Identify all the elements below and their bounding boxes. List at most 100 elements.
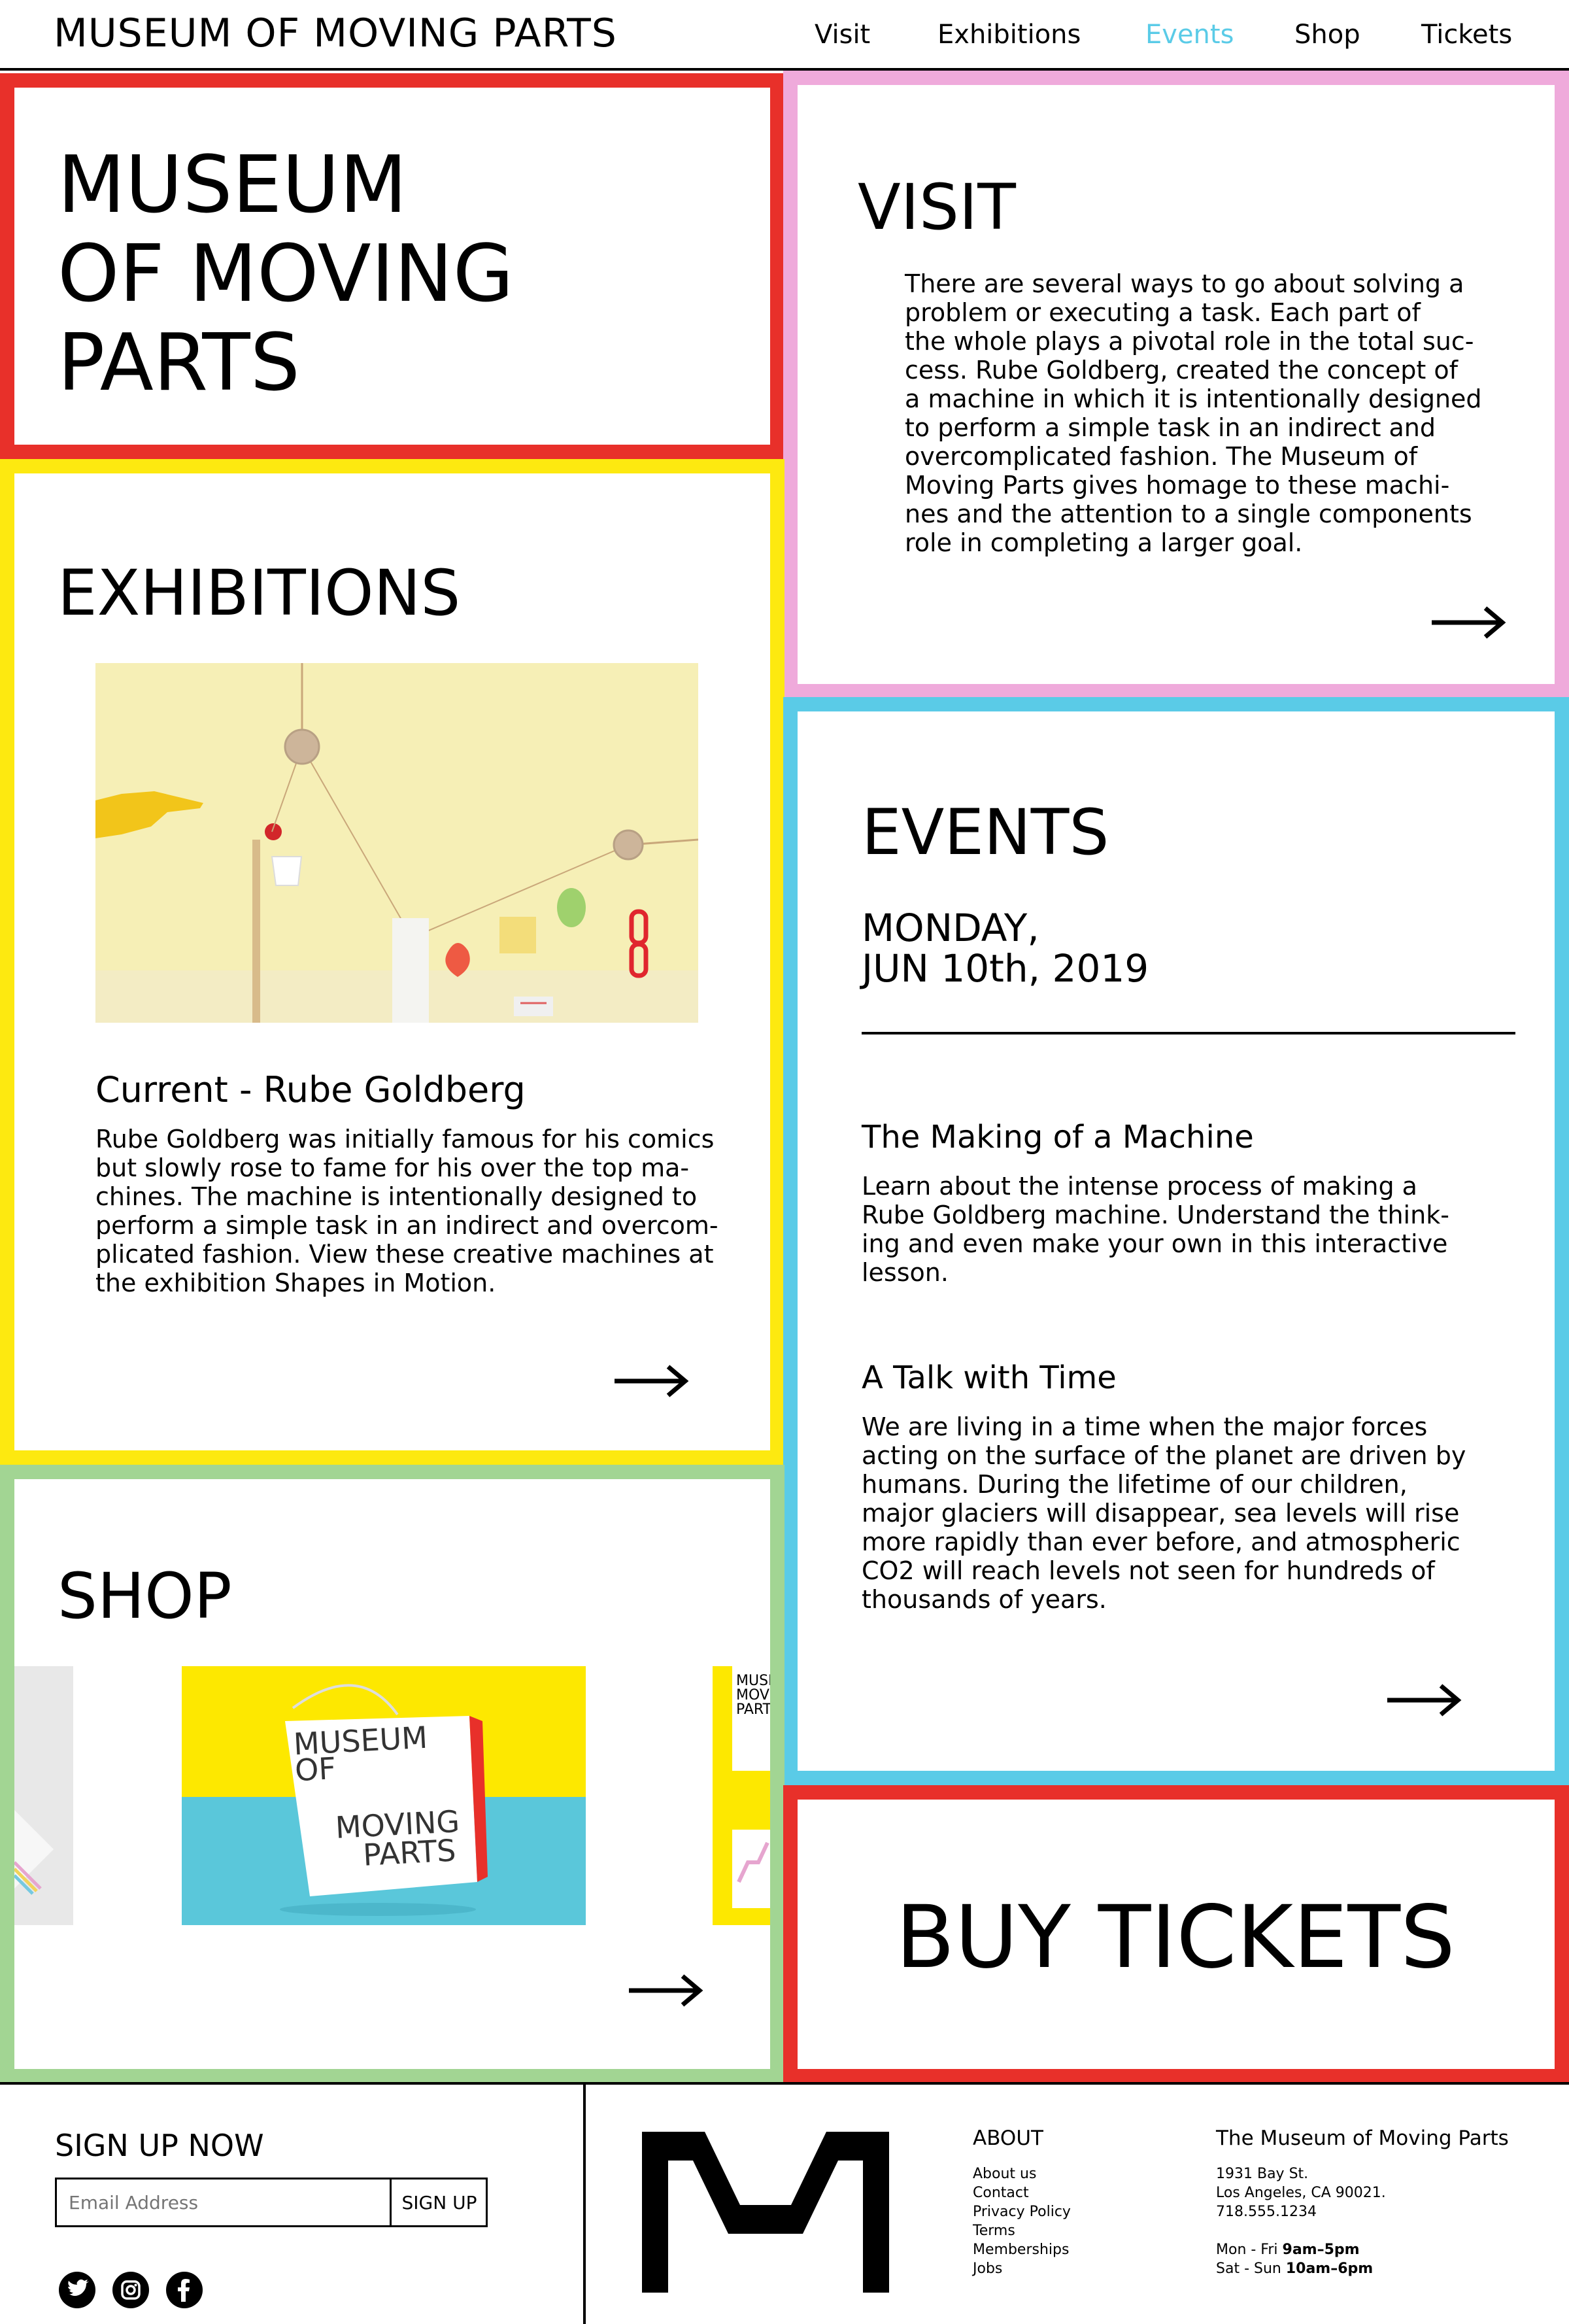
event-2-description: We are living in a time when the major f… (862, 1412, 1515, 1614)
events-arrow-right-icon[interactable] (1386, 1682, 1462, 1718)
hours-weekend-time: 10am–6pm (1285, 2261, 1374, 2277)
visit-line: Moving Parts gives homage to these machi… (905, 471, 1450, 500)
exhibitions-arrow-right-icon[interactable] (613, 1363, 689, 1399)
signup-title: SIGN UP NOW (55, 2128, 264, 2163)
hours-weekend-label: Sat - Sun (1216, 2261, 1286, 2277)
hours-weekday-time: 9am–5pm (1282, 2242, 1360, 2258)
footer-link-contact[interactable]: Contact (973, 2183, 1071, 2202)
exhibition-line: but slowly rose to fame for his over the… (95, 1153, 690, 1182)
exhibition-line: plicated fashion. View these creative ma… (95, 1240, 714, 1269)
event-2-line: acting on the surface of the planet are … (862, 1441, 1466, 1470)
event-1-description: Learn about the intense process of makin… (862, 1172, 1515, 1287)
event-1-line: lesson. (862, 1258, 949, 1287)
shop-title: SHOP (58, 1560, 232, 1633)
nav-link-tickets[interactable]: Tickets (1421, 20, 1512, 50)
event-2-line: CO2 will reach levels not seen for hundr… (862, 1556, 1435, 1585)
nav-link-exhibitions[interactable]: Exhibitions (937, 20, 1081, 50)
exhibition-image[interactable] (95, 663, 698, 1023)
event-2-line: thousands of years. (862, 1585, 1107, 1614)
signup-form: SIGN UP (55, 2178, 488, 2227)
exhibition-line: Rube Goldberg was initially famous for h… (95, 1125, 715, 1153)
visit-panel: VISIT There are several ways to go about… (783, 71, 1569, 698)
org-address-line1: 1931 Bay St. (1216, 2166, 1309, 2182)
events-divider (862, 1032, 1515, 1034)
visit-line: to perform a simple task in an indirect … (905, 413, 1436, 442)
event-1-line: Rube Goldberg machine. Understand the th… (862, 1201, 1449, 1229)
org-hours-weekend: Sat - Sun 10am–6pm (1216, 2259, 1386, 2278)
instagram-icon[interactable] (112, 2272, 149, 2308)
events-date-line1: MONDAY, (862, 906, 1039, 950)
org-spacer (1216, 2221, 1386, 2240)
instagram-icon-glyph (121, 2280, 141, 2300)
footer-link-memberships[interactable]: Memberships (973, 2240, 1071, 2259)
shop-item-next[interactable]: MUSI MOVI PART (713, 1666, 770, 1925)
top-nav: MUSEUM OF MOVING PARTS Visit Exhibitions… (0, 0, 1569, 71)
twitter-icon-glyph (68, 2279, 89, 2296)
shop-item-next-text: MOVI (736, 1687, 770, 1703)
event-2-line: major glaciers will disappear, sea level… (862, 1499, 1460, 1528)
events-date-line2: JUN 10th, 2019 (862, 946, 1149, 991)
shop-item-next-print: MUSI MOVI PART (736, 1674, 770, 1717)
footer-divider (583, 2085, 586, 2324)
tote-bag-illustration (182, 1666, 586, 1925)
visit-line: nes and the attention to a single compon… (905, 500, 1472, 528)
signup-button[interactable]: SIGN UP (393, 2179, 486, 2225)
buy-tickets-label[interactable]: BUY TICKETS (896, 1888, 1455, 1987)
org-hours-weekday: Mon - Fri 9am–5pm (1216, 2240, 1386, 2259)
visit-line: problem or executing a task. Each part o… (905, 298, 1421, 327)
shop-item-prev[interactable] (14, 1666, 73, 1925)
event-1-line: ing and even make your own in this inter… (862, 1229, 1448, 1258)
shop-item-next-text: MUSI (736, 1673, 770, 1689)
org-contact: 1931 Bay St. Los Angeles, CA 90021. 718.… (1216, 2164, 1386, 2278)
event-2-title[interactable]: A Talk with Time (862, 1358, 1117, 1398)
visit-line: cess. Rube Goldberg, created the concept… (905, 356, 1458, 384)
exhibitions-title: EXHIBITIONS (58, 556, 461, 630)
email-input[interactable] (57, 2179, 392, 2225)
exhibition-description: Rube Goldberg was initially famous for h… (95, 1125, 749, 1297)
nav-link-events[interactable]: Events (1145, 20, 1234, 50)
visit-line: overcomplicated fashion. The Museum of (905, 442, 1418, 471)
exhibition-current-title: Current - Rube Goldberg (95, 1069, 526, 1110)
tote-bag-print-bottom: MOVING PARTS (335, 1803, 462, 1873)
nav-link-shop[interactable]: Shop (1294, 20, 1360, 50)
shop-item-tote-bag[interactable]: MUSEUM OF MOVING PARTS (182, 1666, 586, 1925)
hero-title-line3: PARTS (58, 318, 300, 409)
org-address-line2: Los Angeles, CA 90021. (1216, 2185, 1386, 2201)
about-title: ABOUT (973, 2127, 1043, 2150)
visit-arrow-right-icon[interactable] (1430, 604, 1506, 641)
rube-goldberg-machine-illustration (95, 663, 698, 1023)
facebook-icon[interactable] (166, 2272, 203, 2308)
tote-bag-print: MUSEUM OF (293, 1720, 430, 1788)
buy-tickets-panel[interactable]: BUY TICKETS (783, 1785, 1569, 2083)
footer-link-terms[interactable]: Terms (973, 2221, 1071, 2240)
footer-link-about-us[interactable]: About us (973, 2164, 1071, 2183)
hero-panel: MUSEUM OF MOVING PARTS (0, 73, 785, 459)
twitter-icon[interactable] (59, 2272, 95, 2308)
nav-brand[interactable]: MUSEUM OF MOVING PARTS (54, 10, 617, 56)
event-1-line: Learn about the intense process of makin… (862, 1172, 1417, 1201)
hours-weekday-label: Mon - Fri (1216, 2242, 1283, 2258)
event-1-title[interactable]: The Making of a Machine (862, 1117, 1254, 1157)
shop-item-prev-illustration (14, 1666, 73, 1925)
exhibition-line: chines. The machine is intentionally des… (95, 1182, 698, 1211)
events-panel: EVENTS MONDAY, JUN 10th, 2019 The Making… (783, 697, 1569, 1785)
hero-title-line2: OF MOVING (58, 229, 514, 320)
org-phone[interactable]: 718.555.1234 (1216, 2202, 1386, 2221)
visit-line: a machine in which it is intentionally d… (905, 384, 1482, 413)
org-name: The Museum of Moving Parts (1216, 2127, 1509, 2150)
facebook-icon-glyph (178, 2279, 190, 2302)
footer-link-privacy-policy[interactable]: Privacy Policy (973, 2202, 1071, 2221)
museum-logo-mark (642, 2132, 889, 2293)
exhibition-line: perform a simple task in an indirect and… (95, 1211, 718, 1240)
visit-title: VISIT (858, 171, 1016, 244)
footer-link-jobs[interactable]: Jobs (973, 2259, 1071, 2278)
shop-arrow-right-icon[interactable] (628, 1972, 703, 2009)
about-links: About us Contact Privacy Policy Terms Me… (973, 2164, 1071, 2278)
visit-description: There are several ways to go about solvi… (905, 269, 1532, 557)
shop-item-next-text: PART (736, 1701, 770, 1718)
visit-line: the whole plays a pivotal role in the to… (905, 327, 1474, 356)
events-title: EVENTS (862, 796, 1109, 869)
event-2-line: more rapidly than ever before, and atmos… (862, 1528, 1460, 1556)
event-2-line: humans. During the lifetime of our child… (862, 1470, 1408, 1499)
nav-link-visit[interactable]: Visit (815, 20, 870, 50)
